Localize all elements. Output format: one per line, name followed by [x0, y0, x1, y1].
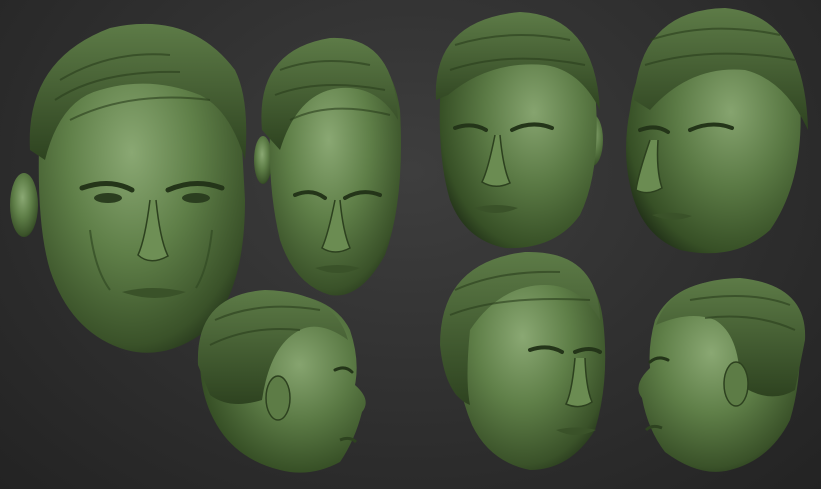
sculpt-heads-illustration [10, 8, 808, 473]
sculpt-render-viewport [0, 0, 821, 489]
sculpt-head-6 [440, 251, 606, 470]
sculpt-head-3 [435, 12, 603, 249]
sculpt-head-1 [10, 23, 247, 353]
sculpt-head-7 [638, 278, 806, 472]
sculpt-head-5 [197, 290, 366, 473]
sculpt-head-2 [254, 37, 401, 296]
sculpt-head-4 [626, 8, 808, 254]
